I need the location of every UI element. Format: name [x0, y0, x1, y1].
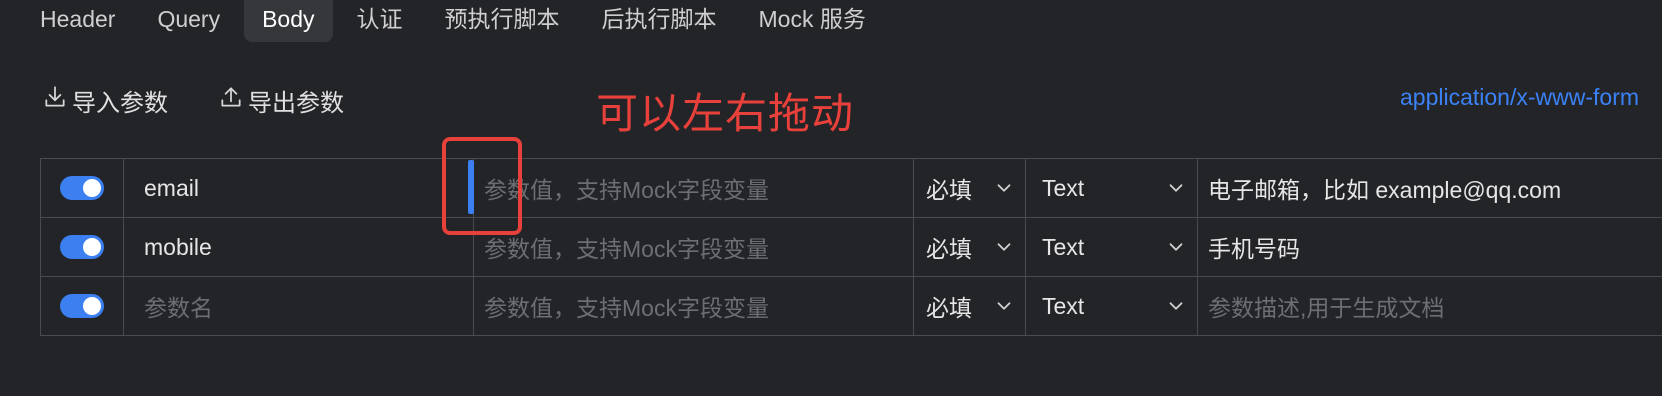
required-select[interactable]: 必填	[914, 277, 1026, 335]
import-params-label: 导入参数	[72, 89, 168, 117]
param-value-input[interactable]: 参数值，支持Mock字段变量	[474, 159, 914, 217]
type-label: Text	[1042, 233, 1085, 260]
required-label: 必填	[926, 295, 972, 321]
import-params-button[interactable]: 导入参数	[42, 83, 168, 118]
params-toolbar: 导入参数 导出参数	[42, 80, 394, 120]
table-row: 参数名 参数值，支持Mock字段变量 必填 Text 参数描述,用于生成文档	[41, 277, 1662, 336]
chevron-down-icon	[1165, 236, 1187, 258]
required-label: 必填	[926, 177, 972, 203]
param-description-input[interactable]: 参数描述,用于生成文档	[1198, 277, 1662, 335]
tab-auth[interactable]: 认证	[339, 0, 421, 42]
enable-toggle[interactable]	[60, 235, 104, 259]
request-tabs: Header Query Body 认证 预执行脚本 后执行脚本 Mock 服务	[22, 0, 890, 42]
type-select[interactable]: Text	[1026, 159, 1198, 217]
enable-cell	[41, 218, 124, 276]
type-select[interactable]: Text	[1026, 218, 1198, 276]
enable-toggle[interactable]	[60, 176, 104, 200]
table-row: mobile 参数值，支持Mock字段变量 必填 Text 手机号码	[41, 218, 1662, 277]
params-table: email 参数值，支持Mock字段变量 必填 Text 电子邮箱，比如 exa…	[40, 158, 1662, 336]
required-select[interactable]: 必填	[914, 159, 1026, 217]
tab-pre-script[interactable]: 预执行脚本	[427, 0, 578, 42]
enable-toggle[interactable]	[60, 294, 104, 318]
type-select[interactable]: Text	[1026, 277, 1198, 335]
body-params-panel: Header Query Body 认证 预执行脚本 后执行脚本 Mock 服务…	[0, 0, 1662, 396]
param-description-input[interactable]: 电子邮箱，比如 example@qq.com	[1198, 159, 1662, 217]
param-name-input[interactable]: 参数名	[124, 277, 474, 335]
chevron-down-icon	[993, 236, 1015, 258]
chevron-down-icon	[1165, 295, 1187, 317]
type-label: Text	[1042, 174, 1085, 201]
chevron-down-icon	[993, 295, 1015, 317]
drag-highlight-box	[442, 137, 522, 235]
required-select[interactable]: 必填	[914, 218, 1026, 276]
required-label: 必填	[926, 236, 972, 262]
param-value-input[interactable]: 参数值，支持Mock字段变量	[474, 277, 914, 335]
tab-post-script[interactable]: 后执行脚本	[584, 0, 735, 42]
drag-hint-annotation: 可以左右拖动	[596, 90, 855, 137]
tab-body[interactable]: Body	[244, 0, 333, 42]
tab-header[interactable]: Header	[22, 0, 133, 42]
param-name-input[interactable]: email	[124, 159, 474, 217]
chevron-down-icon	[993, 177, 1015, 199]
download-icon	[42, 84, 72, 117]
export-params-label: 导出参数	[248, 89, 344, 117]
export-params-button[interactable]: 导出参数	[218, 83, 344, 118]
enable-cell	[41, 277, 124, 335]
chevron-down-icon	[1165, 177, 1187, 199]
param-value-input[interactable]: 参数值，支持Mock字段变量	[474, 218, 914, 276]
param-description-input[interactable]: 手机号码	[1198, 218, 1662, 276]
type-label: Text	[1042, 292, 1085, 319]
param-name-input[interactable]: mobile	[124, 218, 474, 276]
tab-query[interactable]: Query	[139, 0, 238, 42]
tab-mock-service[interactable]: Mock 服务	[741, 0, 884, 42]
content-type-link[interactable]: application/x-www-form	[1400, 84, 1639, 111]
upload-icon	[218, 84, 248, 117]
table-row: email 参数值，支持Mock字段变量 必填 Text 电子邮箱，比如 exa…	[41, 159, 1662, 218]
enable-cell	[41, 159, 124, 217]
